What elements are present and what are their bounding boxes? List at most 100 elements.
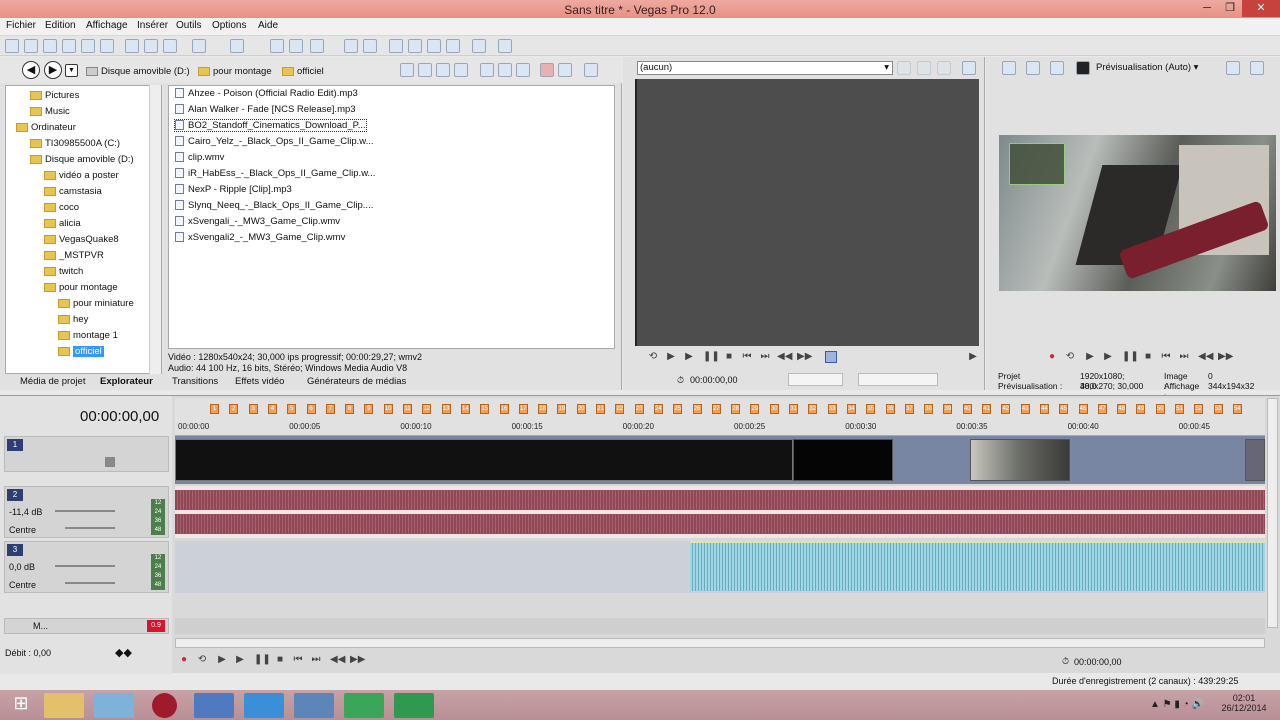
pan-slider[interactable] [65,527,115,529]
menu-affichage[interactable]: Affichage [86,20,128,31]
marker[interactable]: 13 [441,404,451,414]
marker[interactable]: 52 [1194,404,1204,414]
tree-item[interactable]: _MSTPVR [44,250,104,261]
marker[interactable]: 54 [1232,404,1242,414]
marker[interactable]: 4 [267,404,277,414]
tree-item[interactable]: Pictures [30,90,79,101]
marker[interactable]: 31 [789,404,798,414]
timeline-ruler[interactable]: 1 2 3 4 5 6 7 8 9 10 11 12 13 14 15 16 17 18 19 20 21 22 23 24 2… [175,398,1265,436]
snap-icon[interactable] [344,39,358,53]
marker[interactable]: 45 [1059,404,1069,414]
marker[interactable]: 32 [808,404,818,414]
append-icon[interactable] [867,351,879,363]
menu-options[interactable]: Options [212,20,246,31]
marker[interactable]: 6 [306,404,316,414]
marker[interactable]: 10 [383,404,393,414]
audio-clip-3[interactable] [690,541,1265,591]
vegas-taskbar-icon[interactable] [294,693,334,718]
trim-icon-2[interactable] [917,61,931,75]
tree-item[interactable]: Disque amovible (D:) [30,154,134,165]
tab-explorateur[interactable]: Explorateur [100,376,153,387]
marker[interactable]: 11 [403,404,412,414]
tree-item[interactable]: vidéo a poster [44,170,119,181]
marker[interactable]: 12 [422,404,432,414]
tl-next-frame-icon[interactable]: ▶▶ [350,654,365,666]
video-clip-1[interactable] [175,439,793,481]
file-item[interactable]: Alan Walker - Fade [NCS Release].mp3 [175,104,356,115]
video-clip-3[interactable] [970,439,1070,481]
auto-ripple-icon[interactable] [363,39,377,53]
marker[interactable]: 27 [711,404,721,414]
track-header-video[interactable]: 1 [4,436,169,472]
marker[interactable]: 19 [557,404,567,414]
tree-item[interactable]: twitch [44,266,83,277]
file-item[interactable]: Cairo_Yelz_-_Black_Ops_II_Game_Clip.w... [175,136,374,147]
next-frame-icon[interactable]: ▶▶ [797,351,812,363]
tree-item[interactable]: officiel [58,346,104,357]
forward-icon[interactable]: ▶ [44,61,62,79]
marker[interactable]: 15 [480,404,490,414]
envelope-tool-icon[interactable] [289,39,303,53]
play-preview-icon[interactable] [480,63,494,77]
record-icon[interactable]: ● [1046,351,1058,363]
search-media-icon[interactable] [558,63,572,77]
audio-track-3[interactable] [175,541,1265,593]
preview-play-icon[interactable]: ▶ [1102,351,1114,363]
tree-item[interactable]: VegasQuake8 [44,234,119,245]
redo-icon[interactable] [230,39,244,53]
tree-scrollbar[interactable] [149,85,161,374]
tree-item[interactable]: pour miniature [58,298,134,309]
marker[interactable]: 49 [1136,404,1146,414]
preview-go-end-icon[interactable]: ⏭ [1178,351,1190,363]
pause-icon[interactable]: ❚❚ [703,351,720,363]
preview-loop-icon[interactable]: ⟲ [1064,351,1076,363]
timeline-hscrollbar[interactable] [175,638,1265,648]
audio-track-2[interactable] [175,486,1265,538]
play-icon[interactable]: ▶ [683,351,695,363]
preview-prev-frame-icon[interactable]: ◀◀ [1198,351,1213,363]
tree-item[interactable]: hey [58,314,88,325]
preview-fx-icon[interactable] [1050,61,1064,75]
file-item[interactable]: NexP - Ripple [Clip].mp3 [175,184,292,195]
preview-go-start-icon[interactable]: ⏮ [1160,351,1172,363]
tab-transitions[interactable]: Transitions [172,376,218,387]
copy-icon[interactable] [144,39,158,53]
pan-slider[interactable] [65,582,115,584]
tl-go-end-icon[interactable]: ⏭ [310,654,322,666]
file-item[interactable]: clip.wmv [175,152,224,163]
tl-pause-icon[interactable]: ❚❚ [254,654,271,666]
start-button[interactable]: ⊞ [4,693,38,718]
file-item[interactable]: iR_HabEss_-_Black_Ops_II_Game_Clip.w... [175,168,375,179]
save-as-icon[interactable] [62,39,76,53]
go-end-icon[interactable]: ⏭ [759,351,771,363]
marker[interactable]: 1 [210,404,219,414]
marker[interactable]: 37 [904,404,914,414]
copy-snapshot-icon[interactable] [1250,61,1264,75]
marker[interactable]: 38 [924,404,934,414]
preview-next-frame-icon[interactable]: ▶▶ [1218,351,1233,363]
marker[interactable]: 18 [538,404,548,414]
render-icon[interactable] [81,39,95,53]
overwrite-icon[interactable] [825,351,837,363]
crossfade-icon[interactable] [427,39,441,53]
tree-item[interactable]: coco [44,202,79,213]
ignore-grouping-icon[interactable] [408,39,422,53]
trim-icon-3[interactable] [937,61,951,75]
marker[interactable]: 26 [692,404,702,414]
new-folder-icon[interactable] [454,63,468,77]
trimmer-range-field[interactable] [858,373,938,386]
play-from-start-icon[interactable]: ▶ [665,351,677,363]
opacity-slider[interactable] [105,457,115,467]
marker[interactable]: 8 [345,404,355,414]
file-item[interactable]: BO2_Standoff_Cinematics_Download_P... [174,119,367,132]
loop-icon[interactable]: ⟲ [647,351,659,363]
marker[interactable]: 51 [1175,404,1184,414]
menu-edition[interactable]: Edition [45,20,76,31]
file-item[interactable]: xSvengali_-_MW3_Game_Clip.wmv [175,216,340,227]
tree-item[interactable]: alicia [44,218,81,229]
minimize-button[interactable]: ─ [1196,0,1218,17]
audio-icon[interactable] [947,351,959,363]
marker[interactable]: 39 [943,404,953,414]
marker[interactable]: 47 [1097,404,1107,414]
app-taskbar-icon-2[interactable] [194,693,234,718]
